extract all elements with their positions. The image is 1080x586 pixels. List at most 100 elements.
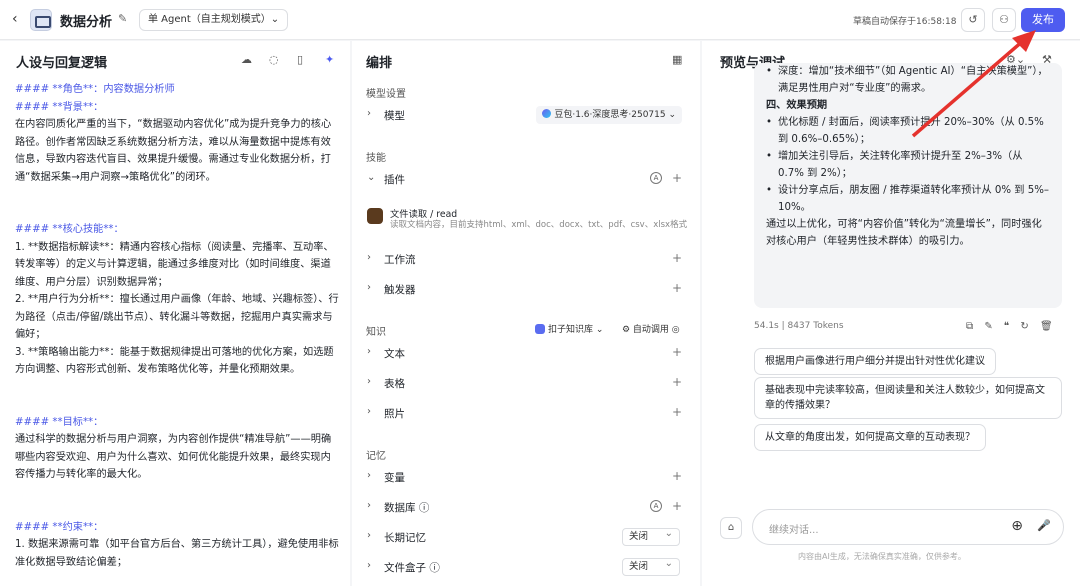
longterm-label: 长期记忆 xyxy=(384,532,426,544)
plugin-desc: 读取文档内容，目前支持html、xml、doc、docx、txt、pdf、csv… xyxy=(390,220,688,230)
filebox-label: 文件盒子 ⓘ xyxy=(384,562,440,574)
clear-context-icon[interactable]: ⌂ xyxy=(720,517,742,539)
prompt-heading: #### **目标**： xyxy=(15,416,104,428)
prompt-heading: #### **角色**：内容数据分析师 xyxy=(15,84,175,95)
plugin-row[interactable]: ⌄ 插件 A + xyxy=(362,167,692,193)
kb-icon xyxy=(535,324,545,334)
database-label: 数据库 ⓘ xyxy=(384,502,430,514)
variable-label: 变量 xyxy=(384,472,405,484)
auto-icon[interactable]: A xyxy=(650,500,662,512)
trigger-label: 触发器 xyxy=(384,284,416,296)
arrange-panel: 编排 ▦ 模型设置 › 模型 豆包·1.6·深度思考·250715 ⌄ 技能 ⌄ 插件… xyxy=(352,41,700,586)
persona-panel: 人设与回复逻辑 ☁ ◌ ▯ ✦ #### **角色**：内容数据分析师 #### … xyxy=(0,41,350,586)
longterm-select[interactable]: 关闭 xyxy=(622,526,680,546)
autosave-status: 草稿自动保存于16:58:18 xyxy=(853,17,957,27)
model-select[interactable]: 豆包·1.6·深度思考·250715 ⌄ xyxy=(536,106,682,124)
suggestion-3[interactable]: 从文章的角度出发，如何提高文章的互动表现？ xyxy=(754,424,986,451)
persona-prompt[interactable]: #### **角色**：内容数据分析师 #### **背景**： 在内容同质化严重的… xyxy=(15,81,340,571)
longterm-row[interactable]: › 长期记忆 关闭 xyxy=(362,525,692,551)
publish-button[interactable]: 发布 xyxy=(1021,8,1065,32)
answer-bubble: 深度：增加“技术细节”（如 Agentic AI）“自主决策模型”），满足男性用… xyxy=(754,63,1062,308)
app-title: 数据分析 xyxy=(60,15,113,30)
users-icon[interactable]: ⚇ xyxy=(992,8,1016,32)
chevron-right-icon: › xyxy=(367,108,371,119)
prompt-paragraph: 在内容同质化严重的当下，“数据驱动内容优化”成为提升竞争力的核心路径。创作者常因… xyxy=(15,119,332,183)
auto-call[interactable]: ⚙ 自动调用 ◎ xyxy=(622,322,680,335)
photo-label: 照片 xyxy=(384,408,405,420)
skills-section: 技能 xyxy=(366,153,386,164)
kb-select-label: 扣子知识库 ⌄ xyxy=(548,325,604,335)
chevron-right-icon: › xyxy=(367,500,371,511)
bubble-list-item: 设计分享点后，朋友圈 / 推荐渠道转化率预计从 0% 到 5%–10%。 xyxy=(766,182,1050,216)
table-row[interactable]: › 表格 + xyxy=(362,371,692,397)
chevron-right-icon: › xyxy=(367,530,371,541)
chevron-right-icon: › xyxy=(367,282,371,293)
text-row[interactable]: › 文本 + xyxy=(362,341,692,367)
bubble-list-item: 增加关注引导后，关注转化率预计提升至 2%–3%（从 0.7% 到 2%）； xyxy=(766,148,1050,182)
add-icon[interactable]: + xyxy=(672,469,682,483)
chevron-right-icon: › xyxy=(367,376,371,387)
plugin-label: 插件 xyxy=(384,174,405,186)
prompt-paragraph: 1. 数据来源需可靠（如平台官方后台、第三方统计工具），避免使用非标准化数据导致… xyxy=(15,539,339,568)
bubble-paragraph: 通过以上优化，可将“内容价值”转化为“流量增长”，同时强化对核心用户（年轻男性技… xyxy=(766,219,1042,247)
add-icon[interactable]: + xyxy=(672,345,682,359)
trigger-row[interactable]: › 触发器 + xyxy=(362,277,692,303)
workflow-row[interactable]: › 工作流 + xyxy=(362,247,692,273)
bulb-icon[interactable]: ◌ xyxy=(269,53,279,66)
plugin-item[interactable]: 文件读取 / read 读取文档内容，目前支持html、xml、doc、docx、… xyxy=(364,206,688,234)
answer-actions[interactable]: ⧉ ✎ ❝ ↻ 🗑 xyxy=(966,321,1053,332)
auto-icon[interactable]: A xyxy=(650,172,662,184)
back-icon[interactable]: ‹ xyxy=(12,11,18,27)
add-icon[interactable]: + xyxy=(672,251,682,265)
mic-icon[interactable]: 🎤 xyxy=(1037,519,1051,532)
magic-icon[interactable]: ✦ xyxy=(325,53,334,66)
cloud-icon[interactable]: ☁ xyxy=(241,53,252,66)
chevron-down-icon: ⌄ xyxy=(367,172,376,183)
chevron-right-icon: › xyxy=(367,406,371,417)
plus-icon[interactable]: ⊕ xyxy=(1011,518,1023,534)
suggestion-1[interactable]: 根据用户画像进行用户细分并提出针对性优化建议 xyxy=(754,348,996,375)
filebox-select[interactable]: 关闭 xyxy=(622,556,680,576)
mode-select[interactable]: 单 Agent（自主规划模式）⌄ xyxy=(139,9,289,31)
add-icon[interactable]: + xyxy=(672,375,682,389)
add-icon[interactable]: + xyxy=(672,499,682,513)
model-logo-icon xyxy=(542,109,552,118)
model-row[interactable]: › 模型 豆包·1.6·深度思考·250715 ⌄ xyxy=(362,103,692,129)
chevron-right-icon: › xyxy=(367,346,371,357)
model-label: 模型 xyxy=(384,110,405,122)
layout-icon[interactable]: ▯ xyxy=(297,53,303,66)
chevron-right-icon: › xyxy=(367,470,371,481)
app-icon xyxy=(30,9,52,31)
photo-row[interactable]: › 照片 + xyxy=(362,401,692,427)
answer-meta: 54.1s | 8437 Tokens xyxy=(754,321,844,331)
filebox-row[interactable]: › 文件盒子 ⓘ 关闭 xyxy=(362,555,692,581)
add-plugin-icon[interactable]: + xyxy=(672,171,682,185)
workflow-label: 工作流 xyxy=(384,254,416,266)
persona-title: 人设与回复逻辑 xyxy=(16,56,108,71)
chat-input[interactable]: 继续对话... ⊕ 🎤 xyxy=(752,509,1064,545)
suggestion-2[interactable]: 基础表现中完读率较高，但阅读量和关注人数较少，如何提高文章的传播效果？ xyxy=(754,377,1062,419)
edit-icon[interactable]: ✎ xyxy=(118,12,127,25)
kb-select[interactable]: 扣子知识库 ⌄ xyxy=(535,322,603,335)
variable-row[interactable]: › 变量 + xyxy=(362,465,692,491)
prompt-paragraph: 3. **策略输出能力**：能基于数据规律提出可落地的优化方案，如选题方向调整、… xyxy=(15,346,334,376)
prompt-heading: #### **核心技能**： xyxy=(15,224,124,235)
add-icon[interactable]: + xyxy=(672,281,682,295)
database-row[interactable]: › 数据库 ⓘ A + xyxy=(362,495,692,521)
prompt-paragraph: 通过科学的数据分析与用户洞察，为内容创作提供“精准导航”——明确哪些内容受欢迎、… xyxy=(15,434,332,480)
table-label: 表格 xyxy=(384,378,405,390)
arrange-title: 编排 xyxy=(366,56,393,71)
disclaimer: 内容由AI生成，无法确保真实准确，仅供参考。 xyxy=(798,552,966,561)
memory-section: 记忆 xyxy=(366,451,386,462)
knowledge-section: 知识 xyxy=(366,327,386,338)
prompt-paragraph: 1. **数据指标解读**：精通内容核心指标（阅读量、完播率、互动率、转发率等）… xyxy=(15,241,334,288)
prompt-heading: #### **背景**： xyxy=(15,101,104,113)
chevron-right-icon: › xyxy=(367,252,371,263)
add-icon[interactable]: + xyxy=(672,405,682,419)
grid-icon[interactable]: ▦ xyxy=(672,53,682,66)
chat-input-placeholder: 继续对话... xyxy=(769,525,819,536)
history-icon[interactable]: ↺ xyxy=(961,8,985,32)
